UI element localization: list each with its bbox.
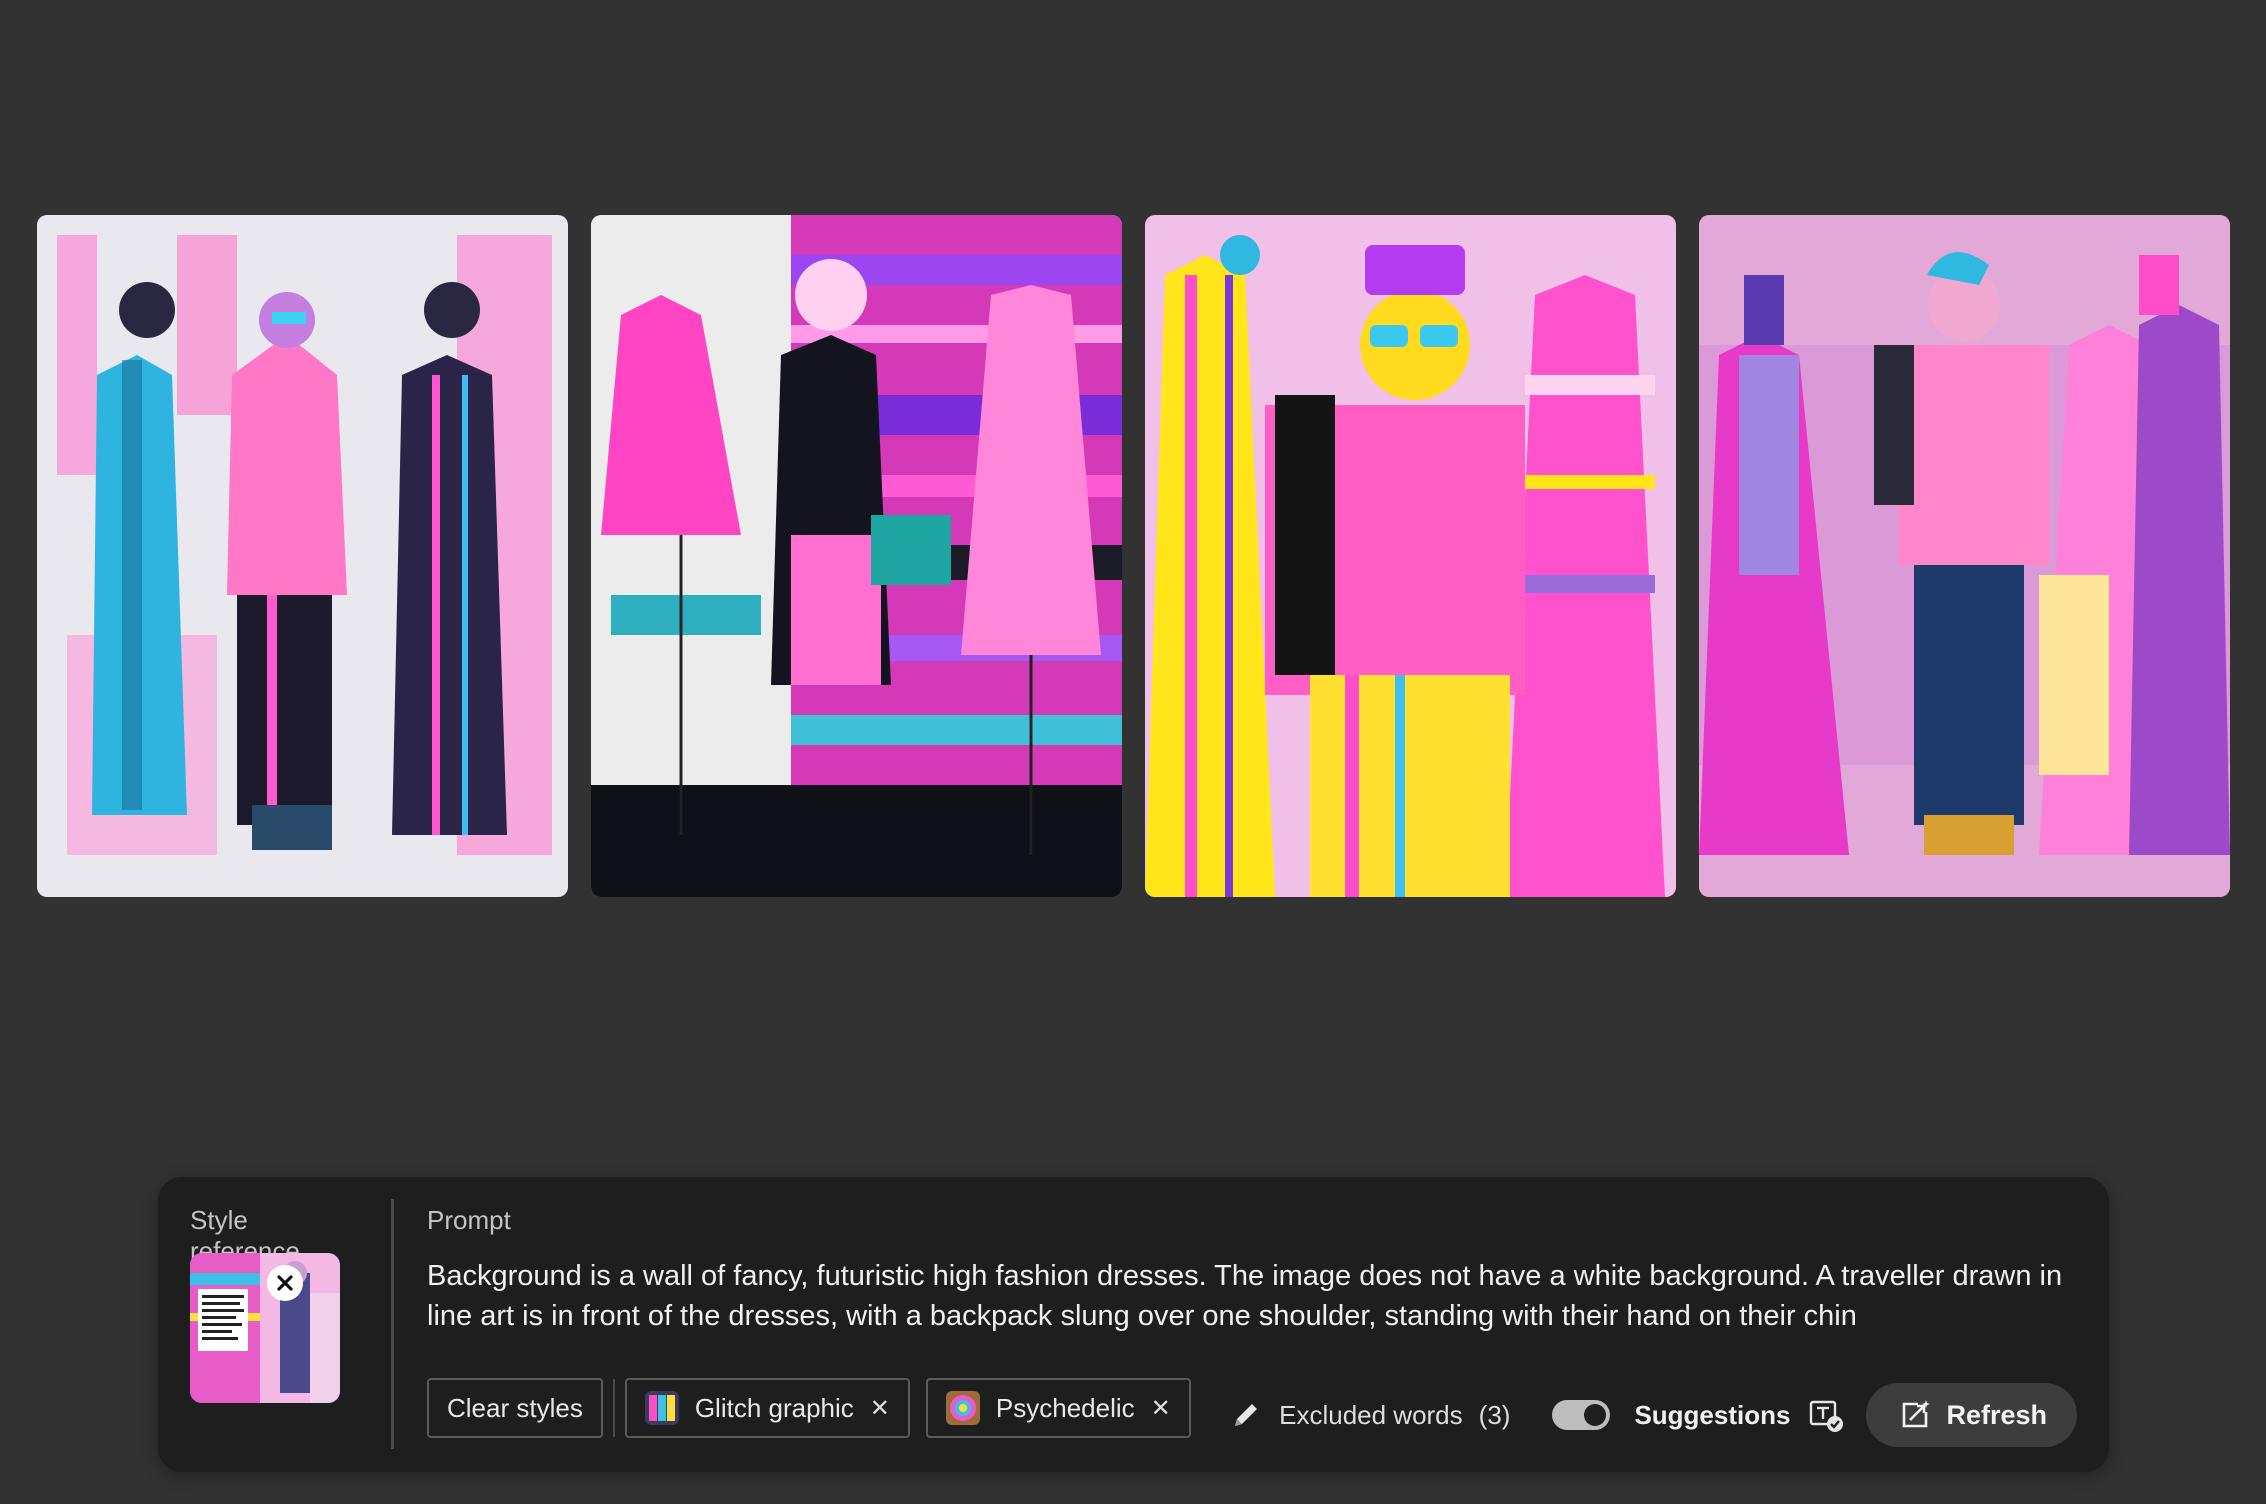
remove-psychedelic-icon[interactable]: ✕ — [1151, 1394, 1171, 1423]
prompt-panel: Style reference Prompt Background is a w… — [158, 1177, 2109, 1472]
clear-styles-label: Clear styles — [447, 1392, 583, 1423]
remove-style-reference-button[interactable] — [267, 1265, 303, 1301]
clear-styles-button[interactable]: Clear styles — [427, 1378, 603, 1438]
suggestions-toggle[interactable] — [1552, 1400, 1611, 1430]
remove-glitch-graphic-icon[interactable]: ✕ — [870, 1394, 890, 1423]
toggle-knob — [1584, 1404, 1607, 1426]
style-chips: Clear styles Glitch graphic ✕ Psychedeli… — [427, 1377, 1207, 1439]
prompt-input[interactable]: Background is a wall of fancy, futuristi… — [427, 1256, 2077, 1336]
glitch-graphic-label: Glitch graphic — [694, 1392, 854, 1423]
style-chip-psychedelic[interactable]: Psychedelic ✕ — [925, 1378, 1191, 1438]
refresh-icon — [1903, 1400, 1931, 1428]
excluded-words-label: Excluded words — [1279, 1399, 1463, 1430]
excluded-words-button[interactable]: Excluded words (3) — [1229, 1398, 1510, 1432]
chip-divider — [612, 1379, 615, 1437]
prompt-section: Prompt Background is a wall of fancy, fu… — [427, 1205, 2077, 1336]
psychedelic-label: Psychedelic — [995, 1392, 1135, 1423]
psychedelic-icon — [945, 1391, 980, 1425]
suggestions-label: Suggestions — [1634, 1399, 1791, 1430]
image-gallery — [37, 215, 2230, 897]
section-divider — [391, 1199, 394, 1449]
prompt-controls: Excluded words (3) Suggestions Refresh — [1229, 1383, 2077, 1447]
refresh-button[interactable]: Refresh — [1866, 1383, 2077, 1447]
pencil-icon — [1235, 1404, 1258, 1426]
text-check-icon[interactable] — [1808, 1397, 1844, 1433]
prompt-label: Prompt — [427, 1205, 511, 1235]
style-reference-thumbnail[interactable] — [190, 1253, 340, 1403]
result-image-3[interactable] — [1145, 215, 1676, 897]
close-icon — [277, 1275, 293, 1291]
refresh-label: Refresh — [1946, 1399, 2047, 1430]
result-image-1[interactable] — [37, 215, 568, 897]
glitch-graphic-icon — [644, 1391, 679, 1425]
excluded-words-count: (3) — [1478, 1399, 1511, 1430]
result-image-4[interactable] — [1699, 215, 2230, 897]
style-chip-glitch-graphic[interactable]: Glitch graphic ✕ — [624, 1378, 910, 1438]
result-image-2[interactable] — [591, 215, 1122, 897]
